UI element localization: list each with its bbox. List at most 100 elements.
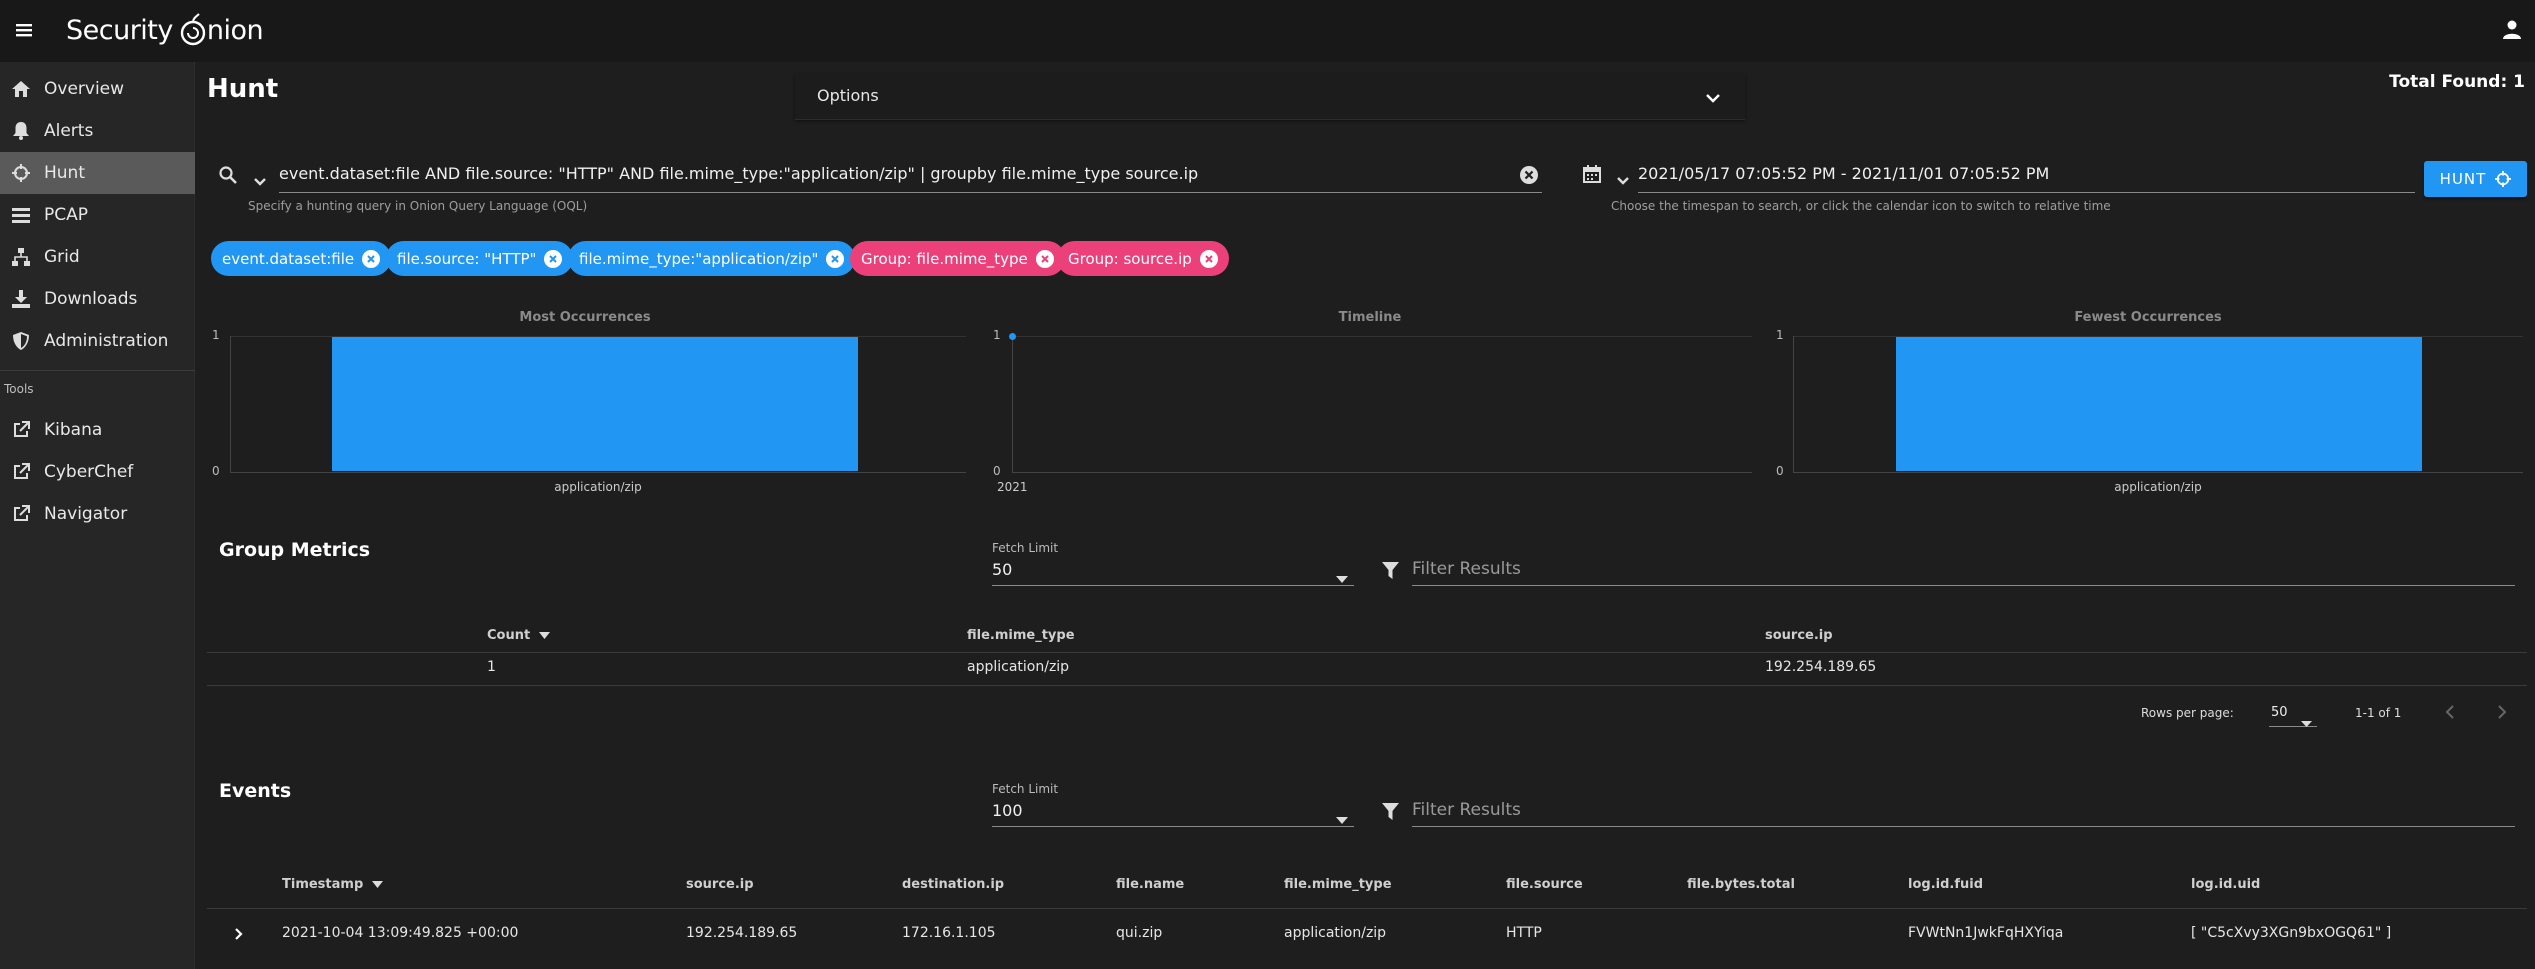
column-header-log-id-uid[interactable]: log.id.uid [2191,877,2260,892]
x-axis [230,472,966,473]
filter-chip[interactable]: file.source: "HTTP" [386,241,574,276]
y-axis [230,336,231,472]
column-header-file-name[interactable]: file.name [1116,877,1184,892]
chart-bar[interactable] [1896,337,2422,471]
expand-row-chevron-icon[interactable] [234,926,243,945]
cell-destination-ip: 172.16.1.105 [902,925,996,941]
column-header-log-id-fuid[interactable]: log.id.fuid [1908,877,1983,892]
cell-source-ip: 192.254.189.65 [1765,659,1877,675]
y-tick-label: 1 [1776,328,1784,342]
x-axis [1012,472,1752,473]
column-header-destination-ip[interactable]: destination.ip [902,877,1004,892]
chip-close-icon[interactable] [826,249,845,268]
cell-file-mime-type: application/zip [1284,925,1387,941]
filter-chip[interactable]: file.mime_type:"application/zip" [568,241,856,276]
sidebar-item-label: Downloads [44,289,138,309]
column-header-source-ip[interactable]: source.ip [686,877,754,892]
calendar-icon[interactable] [1583,165,1601,187]
sidebar-item-label: PCAP [44,205,89,225]
chip-label: Group: file.mime_type [861,249,1028,268]
sidebar-item-administration[interactable]: Administration [0,320,195,362]
cell-file-mime-type: application/zip [967,659,1070,675]
y-axis [1012,336,1013,472]
query-history-chevron-icon[interactable] [253,172,267,191]
hunt-button[interactable]: HUNT [2424,161,2527,197]
hunt-query-input[interactable]: event.dataset:file AND file.source: "HTT… [279,162,1542,193]
chevron-right-icon[interactable] [2496,704,2508,724]
x-axis [1793,472,2523,473]
sidebar-item-overview[interactable]: Overview [0,68,195,110]
rows-per-page-select[interactable]: 50 [2269,703,2317,727]
brand-text-nion: nion [206,14,264,46]
chevron-left-icon[interactable] [2444,704,2456,724]
home-icon [11,79,31,99]
sidebar-item-downloads[interactable]: Downloads [0,278,195,320]
table-row[interactable]: 1 application/zip 192.254.189.65 [207,653,2527,685]
brand-logo[interactable]: Security nion [66,12,264,48]
chip-label: file.mime_type:"application/zip" [579,249,819,268]
daterange-chevron-icon[interactable] [1616,171,1630,190]
menu-icon[interactable] [14,20,34,40]
column-header-timestamp[interactable]: Timestamp [282,877,383,892]
external-link-icon [11,504,31,524]
fetch-limit-value: 50 [992,560,1013,579]
sidebar-item-pcap[interactable]: PCAP [0,194,195,236]
daterange-input[interactable]: 2021/05/17 07:05:52 PM - 2021/11/01 07:0… [1638,162,2415,193]
chip-close-icon[interactable] [362,249,381,268]
fetch-limit-select[interactable]: 50 [992,558,1354,586]
sidebar-item-hunt[interactable]: Hunt [0,152,195,194]
cell-count: 1 [487,659,496,675]
page-title: Hunt [207,74,279,104]
hunt-button-label: HUNT [2439,170,2487,188]
x-tick-label: application/zip [554,480,642,494]
timeline-point[interactable] [1009,333,1016,340]
column-header-file-bytes-total[interactable]: file.bytes.total [1687,877,1795,892]
fetch-limit-value: 100 [992,801,1023,820]
y-tick-label: 1 [993,328,1001,342]
filter-icon [1382,562,1399,584]
y-tick-label: 0 [212,464,220,478]
external-link-icon [11,462,31,482]
account-icon[interactable] [2501,18,2523,40]
group-chip[interactable]: Group: file.mime_type [850,241,1065,276]
filter-results-input[interactable]: Filter Results [1412,797,2515,827]
sidebar-item-cyberchef[interactable]: CyberChef [0,451,195,493]
caret-down-icon [1336,809,1348,828]
sidebar-item-alerts[interactable]: Alerts [0,110,195,152]
pcap-icon [11,205,31,225]
table-row[interactable]: 2021-10-04 13:09:49.825 +00:00 192.254.1… [207,909,2527,957]
column-header-file-mime-type[interactable]: file.mime_type [967,628,1075,643]
fetch-limit-label: Fetch Limit [992,541,1059,555]
sidebar-item-navigator[interactable]: Navigator [0,493,195,535]
filter-placeholder: Filter Results [1412,800,1521,820]
chip-close-icon[interactable] [1035,249,1054,268]
filter-chip[interactable]: event.dataset:file [211,241,392,276]
caret-down-icon [1336,568,1348,587]
fetch-limit-select[interactable]: 100 [992,799,1354,827]
sidebar-item-kibana[interactable]: Kibana [0,409,195,451]
y-tick-label: 0 [1776,464,1784,478]
pagination-range: 1-1 of 1 [2355,706,2402,720]
total-found: Total Found: 1 [2389,72,2525,92]
column-header-count[interactable]: Count [487,628,550,643]
y-axis [1793,336,1794,472]
chip-close-icon[interactable] [544,249,563,268]
column-header-file-mime-type[interactable]: file.mime_type [1284,877,1392,892]
clear-query-icon[interactable] [1520,166,1538,188]
cell-log-id-uid: [ "C5cXvy3XGn9bxOGQ61" ] [2191,925,2392,941]
search-icon[interactable] [219,166,237,188]
chart-bar[interactable] [332,337,858,471]
sidebar: Overview Alerts Hunt PCAP Grid Downloads… [0,62,195,969]
chip-label: event.dataset:file [222,249,355,268]
sidebar-item-grid[interactable]: Grid [0,236,195,278]
hunt-query-text: event.dataset:file AND file.source: "HTT… [279,164,1199,183]
options-panel[interactable]: Options [795,74,1745,120]
top-app-bar: Security nion [0,0,2535,62]
column-header-file-source[interactable]: file.source [1506,877,1583,892]
chevron-down-icon [1705,90,1721,109]
filter-results-input[interactable]: Filter Results [1412,556,2515,586]
group-chip[interactable]: Group: source.ip [1057,241,1229,276]
column-header-source-ip[interactable]: source.ip [1765,628,1833,643]
sort-down-icon [538,628,550,643]
chip-close-icon[interactable] [1199,249,1218,268]
